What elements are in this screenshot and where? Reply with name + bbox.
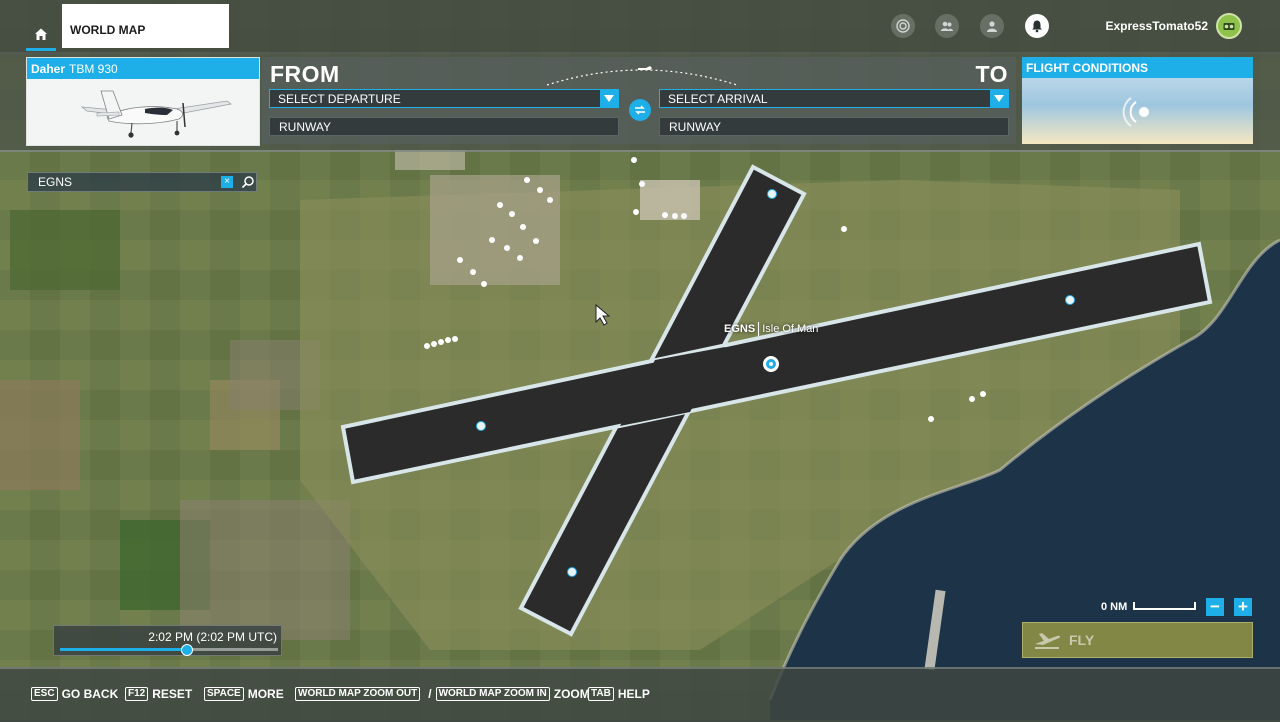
hint-label: HELP [617,687,650,701]
live-weather-icon [1122,97,1149,127]
time-slider-fill [60,648,187,651]
aircraft-image [27,79,259,145]
tab-world-map[interactable]: WORLD MAP [62,4,229,48]
time-slider[interactable] [60,644,278,656]
hint-reset[interactable]: F12 RESET [125,687,192,701]
key-badge: WORLD MAP ZOOM IN [435,687,550,701]
avatar[interactable] [1216,13,1242,39]
swap-route-button[interactable] [629,99,651,121]
building [395,150,465,170]
route-panel: FROM TO SELECT DEPARTURE RUNWAY SELECT A… [262,57,1016,144]
farm-field [0,380,80,490]
arrival-runway-field[interactable]: RUNWAY [659,117,1009,136]
chevron-down-icon [600,90,618,107]
label-divider [758,322,760,336]
runway-end-marker [1065,295,1075,305]
from-label: FROM [270,61,340,87]
map-scale-label: 0 NM [1101,601,1128,613]
key-badge: WORLD MAP ZOOM OUT [295,687,421,701]
airport-search-input[interactable]: EGNS × [27,172,257,192]
runway-end-marker [476,421,486,431]
friends-button[interactable] [935,14,959,38]
runway-end-marker [567,567,577,577]
key-badge: ESC [31,687,58,701]
airport-label[interactable]: EGNS Isle Of Man [724,322,818,336]
map-scale-bar [1133,602,1196,610]
username[interactable]: ExpressTomato52 [1106,19,1209,33]
chevron-down-icon [990,90,1008,107]
takeoff-icon [1035,633,1061,649]
friends-icon [941,21,953,31]
profile-button[interactable] [980,14,1004,38]
fly-button-label: FLY [1069,632,1095,648]
hangar [640,180,700,220]
airport-name: Isle Of Man [762,323,819,335]
bottom-hint-bar: ESC GO BACK F12 RESET SPACE MORE WORLD M… [0,667,1280,722]
key-badge: F12 [125,687,149,701]
aircraft-title: Daher TBM 930 [27,58,259,79]
hint-zoom[interactable]: WORLD MAP ZOOM OUT / WORLD MAP ZOOM IN Z… [295,687,590,701]
flight-conditions-title: FLIGHT CONDITIONS [1022,57,1253,78]
hint-go-back[interactable]: ESC GO BACK [31,687,118,701]
radio-avatar-icon [1223,23,1235,30]
hint-label: MORE [247,687,284,701]
airport-code: EGNS [724,323,756,335]
time-slider-handle[interactable] [181,644,194,656]
town-area [180,500,350,640]
arrival-dropdown-label: SELECT ARRIVAL [668,91,768,106]
notifications-button[interactable] [1025,14,1049,38]
swap-arrows-icon [635,105,645,115]
time-of-day-panel: 2:02 PM (2:02 PM UTC) [53,625,282,656]
notifications-bell-icon [1032,20,1042,33]
arrival-dropdown[interactable]: SELECT ARRIVAL [659,89,1009,108]
flight-conditions-card[interactable]: FLIGHT CONDITIONS [1022,57,1253,144]
airplane-icon [638,66,652,70]
to-label: TO [975,61,1008,87]
zoom-in-button[interactable]: + [1234,598,1252,616]
search-input-value: EGNS [38,175,73,189]
time-display: 2:02 PM (2:02 PM UTC) [148,630,277,644]
hint-help[interactable]: TAB HELP [588,687,650,701]
clear-search-button[interactable]: × [221,176,233,188]
top-bar: WORLD MAP ExpressTomato52 [0,0,1280,54]
home-icon [35,28,47,40]
zoom-out-button[interactable]: − [1206,598,1224,616]
hint-label: ZOOM [553,687,590,701]
departure-dropdown[interactable]: SELECT DEPARTURE [269,89,619,108]
hint-label: GO BACK [61,687,119,701]
route-arc-decoration [546,66,738,86]
key-badge: SPACE [204,687,244,701]
hint-label: RESET [152,687,193,701]
flight-setup-panel: Daher TBM 930 FROM TO SELECT DEPARTURE R… [0,52,1280,152]
farm-field [10,210,120,290]
profile-icon [987,21,997,32]
activity-icon [896,19,910,33]
key-badge: TAB [588,687,614,701]
aircraft-model: TBM 930 [69,61,118,76]
aircraft-selector[interactable]: Daher TBM 930 [26,57,260,146]
fly-button[interactable]: FLY [1022,622,1253,658]
home-button[interactable] [26,20,56,51]
hint-more[interactable]: SPACE MORE [204,687,284,701]
hint-separator: / [428,687,432,701]
departure-runway-field[interactable]: RUNWAY [269,117,619,136]
departure-dropdown-label: SELECT DEPARTURE [278,91,401,106]
runway-end-marker [767,189,777,199]
aircraft-manufacturer: Daher [31,61,66,76]
activity-button[interactable] [891,14,915,38]
search-icon[interactable] [241,175,255,189]
